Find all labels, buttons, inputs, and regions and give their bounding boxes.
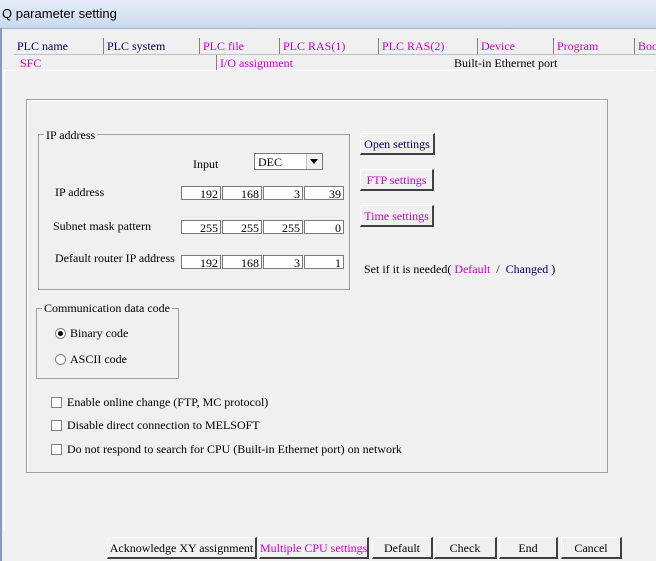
binary-code-label[interactable]: Binary code — [70, 326, 128, 341]
no-respond-search-label[interactable]: Do not respond to search for CPU (Built-… — [67, 442, 402, 457]
tab-built-in-ethernet-port[interactable]: Built-in Ethernet port — [451, 55, 557, 71]
subnet-octet-3[interactable]: 255 — [263, 220, 303, 235]
no-respond-search-checkbox[interactable] — [51, 444, 62, 455]
input-mode-select[interactable]: DEC — [254, 153, 323, 170]
communication-data-code-group — [36, 308, 179, 379]
router-octet-1[interactable]: 192 — [181, 255, 221, 270]
tab-row-divider — [14, 54, 656, 55]
tab-io-assignment[interactable]: I/O assignment — [216, 55, 293, 71]
window-left-border — [0, 28, 2, 561]
open-settings-button[interactable]: Open settings — [360, 133, 435, 155]
chevron-down-icon[interactable] — [306, 154, 322, 169]
tab-sfc[interactable]: SFC — [17, 55, 41, 71]
disable-direct-connection-checkbox[interactable] — [51, 420, 62, 431]
default-router-label: Default router IP address — [55, 251, 175, 265]
window-title: Q parameter setting — [2, 6, 117, 21]
end-button[interactable]: End — [499, 537, 558, 559]
title-bar: Q parameter setting — [0, 0, 656, 29]
router-octet-3[interactable]: 3 — [263, 255, 303, 270]
time-settings-button[interactable]: Time settings — [360, 205, 434, 227]
color-legend-prefix: Set if it is needed( — [364, 262, 452, 276]
enable-online-change-label[interactable]: Enable online change (FTP, MC protocol) — [67, 395, 268, 410]
color-legend-default: Default — [454, 262, 491, 276]
subnet-octet-2[interactable]: 255 — [222, 220, 262, 235]
ip-address-label: IP address — [55, 185, 105, 199]
ip-octet-4[interactable]: 39 — [304, 186, 344, 201]
ascii-code-radio[interactable] — [55, 354, 66, 365]
acknowledge-xy-assignment-button[interactable]: Acknowledge XY assignment — [107, 537, 257, 559]
router-octet-2[interactable]: 168 — [222, 255, 262, 270]
color-legend-changed: Changed — [505, 262, 549, 276]
input-label: Input — [193, 157, 219, 171]
color-legend-slash: / — [496, 262, 500, 276]
default-button[interactable]: Default — [372, 537, 433, 559]
subnet-octet-4[interactable]: 0 — [304, 220, 344, 235]
tab-plc-name[interactable]: PLC name — [14, 38, 68, 54]
tab-device[interactable]: Device — [477, 38, 515, 54]
check-button[interactable]: Check — [434, 537, 497, 559]
ftp-settings-button[interactable]: FTP settings — [360, 169, 434, 191]
subnet-mask-label: Subnet mask pattern — [53, 219, 151, 233]
disable-direct-connection-label[interactable]: Disable direct connection to MELSOFT — [67, 418, 260, 433]
router-octet-4[interactable]: 1 — [304, 255, 344, 270]
ip-octet-2[interactable]: 168 — [222, 186, 262, 201]
multiple-cpu-settings-button[interactable]: Multiple CPU settings — [259, 537, 369, 559]
cancel-button[interactable]: Cancel — [561, 537, 622, 559]
tab-plc-system[interactable]: PLC system — [103, 38, 165, 54]
color-legend-note: Set if it is needed( Default / Changed ) — [364, 262, 555, 277]
enable-online-change-checkbox[interactable] — [51, 397, 62, 408]
ascii-code-label[interactable]: ASCII code — [70, 352, 127, 367]
subnet-octet-1[interactable]: 255 — [181, 220, 221, 235]
ip-octet-3[interactable]: 3 — [263, 186, 303, 201]
input-mode-value: DEC — [258, 155, 282, 169]
ip-address-group-legend: IP address — [44, 128, 98, 143]
tab-program[interactable]: Program — [553, 38, 598, 54]
tab-plc-ras-2[interactable]: PLC RAS(2) — [378, 38, 444, 54]
tab-plc-file[interactable]: PLC file — [199, 38, 244, 54]
communication-data-code-legend: Communication data code — [42, 301, 172, 316]
color-legend-suffix: ) — [551, 262, 556, 276]
tab-plc-ras-1[interactable]: PLC RAS(1) — [279, 38, 345, 54]
ip-octet-1[interactable]: 192 — [181, 186, 221, 201]
tab-boot[interactable]: Boo — [634, 38, 656, 54]
binary-code-radio[interactable] — [55, 328, 66, 339]
